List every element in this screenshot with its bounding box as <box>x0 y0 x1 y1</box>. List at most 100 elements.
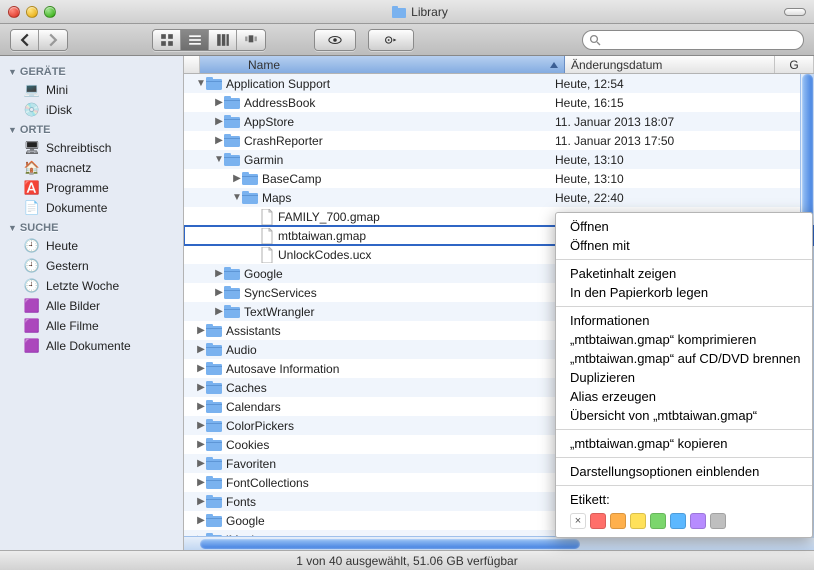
table-row[interactable]: ▼MapsHeute, 22:40 <box>184 188 814 207</box>
disclosure-icon[interactable]: ▼ <box>196 78 206 89</box>
sidebar-header[interactable]: ▼GERÄTE <box>0 62 183 80</box>
folder-icon <box>206 514 222 527</box>
table-row[interactable]: ▼Application SupportHeute, 12:54 <box>184 74 814 93</box>
sidebar-item[interactable]: 🅰️Programme <box>0 178 183 198</box>
file-date: Heute, 16:15 <box>547 96 757 110</box>
vscroll-thumb[interactable] <box>802 74 813 224</box>
disclosure-icon[interactable]: ▶ <box>214 268 224 279</box>
label-color[interactable] <box>690 513 706 529</box>
folder-icon <box>392 6 406 18</box>
disclosure-icon[interactable]: ▶ <box>196 344 206 355</box>
sidebar-header[interactable]: ▼ORTE <box>0 120 183 138</box>
col-spacer <box>184 56 200 73</box>
column-date[interactable]: Änderungsdatum <box>565 56 775 73</box>
back-button[interactable] <box>11 30 39 50</box>
disclosure-icon[interactable]: ▶ <box>214 287 224 298</box>
disclosure-icon[interactable]: ▶ <box>196 420 206 431</box>
zoom-icon[interactable] <box>44 6 56 18</box>
sidebar-item-label: Alle Bilder <box>46 299 100 313</box>
disclosure-icon[interactable]: ▶ <box>214 97 224 108</box>
disclosure-icon[interactable]: ▶ <box>214 116 224 127</box>
disclosure-icon[interactable]: ▶ <box>214 135 224 146</box>
document-icon <box>260 247 274 263</box>
sidebar-item[interactable]: 🟪Alle Dokumente <box>0 336 183 356</box>
disclosure-icon[interactable]: ▶ <box>232 173 242 184</box>
menu-view-options[interactable]: Darstellungsoptionen einblenden <box>556 462 812 481</box>
sidebar-item[interactable]: 🕘Letzte Woche <box>0 276 183 296</box>
sidebar-item[interactable]: 🕘Gestern <box>0 256 183 276</box>
table-row[interactable]: ▶AppStore11. Januar 2013 18:07 <box>184 112 814 131</box>
view-coverflow[interactable] <box>237 30 265 50</box>
status-bar: 1 von 40 ausgewählt, 51.06 GB verfügbar <box>0 550 814 570</box>
disclosure-icon[interactable]: ▼ <box>232 192 242 203</box>
view-columns[interactable] <box>209 30 237 50</box>
table-row[interactable]: ▶AddressBookHeute, 16:15 <box>184 93 814 112</box>
close-icon[interactable] <box>8 6 20 18</box>
disclosure-icon[interactable]: ▶ <box>196 496 206 507</box>
sidebar-item-icon: 🟪 <box>24 318 40 334</box>
disclosure-icon[interactable]: ▶ <box>196 382 206 393</box>
menu-duplicate[interactable]: Duplizieren <box>556 368 812 387</box>
sidebar-item[interactable]: 🟪Alle Bilder <box>0 296 183 316</box>
disclosure-icon[interactable]: ▶ <box>196 363 206 374</box>
menu-compress[interactable]: „mtbtaiwan.gmap“ komprimieren <box>556 330 812 349</box>
hscroll-thumb[interactable] <box>200 539 580 549</box>
sort-indicator-icon <box>550 62 558 68</box>
disclosure-icon[interactable]: ▶ <box>196 477 206 488</box>
sidebar-item[interactable]: 🏠macnetz <box>0 158 183 178</box>
horizontal-scrollbar[interactable] <box>184 536 814 550</box>
menu-show-package[interactable]: Paketinhalt zeigen <box>556 264 812 283</box>
disclosure-icon[interactable]: ▶ <box>196 325 206 336</box>
sidebar-item[interactable]: 🟪 Alle Filme <box>0 316 183 336</box>
sidebar-item[interactable]: 🕘Heute <box>0 236 183 256</box>
label-color[interactable] <box>670 513 686 529</box>
label-color[interactable] <box>590 513 606 529</box>
sidebar-item-icon: 🕘 <box>24 278 40 294</box>
label-color[interactable] <box>610 513 626 529</box>
sidebar-item-label: Schreibtisch <box>46 141 111 155</box>
column-g[interactable]: G <box>775 56 814 73</box>
menu-info[interactable]: Informationen <box>556 311 812 330</box>
sidebar-item-label: Alle Filme <box>46 319 99 333</box>
menu-open-with[interactable]: Öffnen mit <box>556 236 812 255</box>
menu-trash[interactable]: In den Papierkorb legen <box>556 283 812 302</box>
sidebar-item[interactable]: 💻Mini <box>0 80 183 100</box>
search-input[interactable] <box>601 33 797 47</box>
forward-button[interactable] <box>39 30 67 50</box>
disclosure-icon[interactable]: ▼ <box>214 154 224 165</box>
view-list[interactable] <box>181 30 209 50</box>
sidebar-item-icon: 🅰️ <box>24 180 40 196</box>
menu-quicklook[interactable]: Übersicht von „mtbtaiwan.gmap“ <box>556 406 812 425</box>
toolbar-toggle[interactable] <box>784 8 806 16</box>
table-row[interactable]: ▶CrashReporter11. Januar 2013 17:50 <box>184 131 814 150</box>
menu-burn[interactable]: „mtbtaiwan.gmap“ auf CD/DVD brennen <box>556 349 812 368</box>
menu-copy[interactable]: „mtbtaiwan.gmap“ kopieren <box>556 434 812 453</box>
menu-open[interactable]: Öffnen <box>556 217 812 236</box>
view-icons[interactable] <box>153 30 181 50</box>
sidebar-item-icon: 🟪 <box>24 338 40 354</box>
sidebar-item[interactable]: 💿iDisk <box>0 100 183 120</box>
sidebar-header[interactable]: ▼SUCHE <box>0 218 183 236</box>
disclosure-icon[interactable]: ▶ <box>196 458 206 469</box>
sidebar-item[interactable]: 📄Dokumente <box>0 198 183 218</box>
disclosure-icon[interactable]: ▶ <box>196 439 206 450</box>
disclosure-icon[interactable]: ▶ <box>196 401 206 412</box>
sidebar: ▼GERÄTE💻Mini💿iDisk▼ORTE🖥Schreibtisch🏠mac… <box>0 56 184 550</box>
folder-icon <box>206 400 222 413</box>
menu-alias[interactable]: Alias erzeugen <box>556 387 812 406</box>
table-row[interactable]: ▶BaseCampHeute, 13:10 <box>184 169 814 188</box>
table-row[interactable]: ▼GarminHeute, 13:10 <box>184 150 814 169</box>
sidebar-item[interactable]: 🖥Schreibtisch <box>0 138 183 158</box>
action-button[interactable] <box>369 30 413 50</box>
disclosure-icon: ▼ <box>8 67 17 77</box>
minimize-icon[interactable] <box>26 6 38 18</box>
label-color[interactable] <box>650 513 666 529</box>
search-field[interactable] <box>582 30 804 50</box>
label-color[interactable] <box>710 513 726 529</box>
column-name[interactable]: Name <box>200 56 565 73</box>
disclosure-icon[interactable]: ▶ <box>196 515 206 526</box>
label-color[interactable] <box>630 513 646 529</box>
disclosure-icon[interactable]: ▶ <box>214 306 224 317</box>
quicklook-button[interactable] <box>315 30 355 50</box>
label-none[interactable]: × <box>570 513 586 529</box>
